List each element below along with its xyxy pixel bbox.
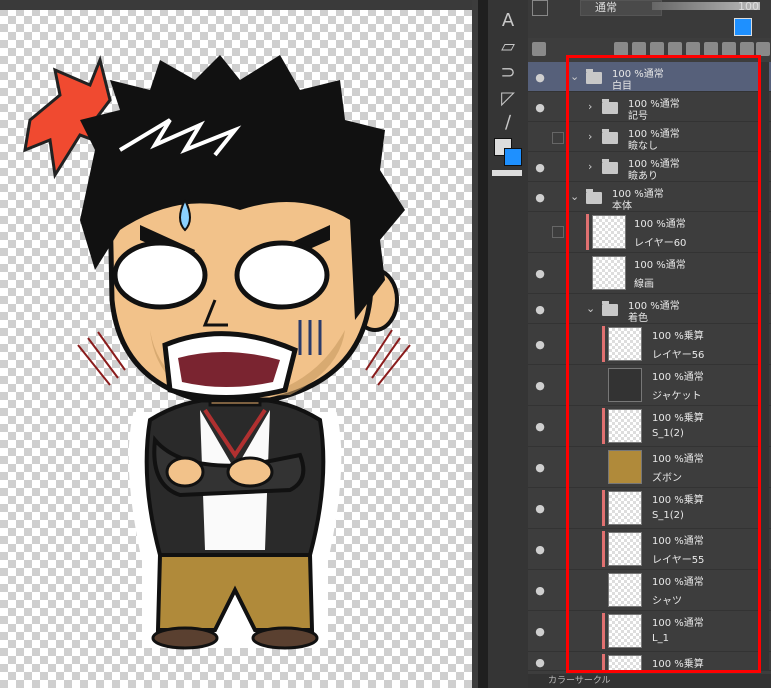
- trash-icon[interactable]: [756, 42, 770, 56]
- new-raster-icon[interactable]: [668, 42, 682, 56]
- drawing-canvas[interactable]: [0, 0, 478, 688]
- layer-menu-icon[interactable]: [532, 42, 546, 56]
- eye-icon[interactable]: ●: [532, 338, 548, 351]
- layer-color-swatch[interactable]: [734, 18, 752, 36]
- duplicate-icon[interactable]: [740, 42, 754, 56]
- eye-icon[interactable]: ●: [532, 267, 548, 280]
- highlight-box: [566, 55, 761, 673]
- reference-icon[interactable]: [614, 42, 628, 56]
- eye-icon[interactable]: ●: [532, 461, 548, 474]
- eye-icon[interactable]: ●: [532, 379, 548, 392]
- text-tool-icon[interactable]: A: [496, 10, 520, 32]
- eye-icon[interactable]: ●: [532, 101, 548, 114]
- tool-strip: A ▱ ⊃ ◸ ∕: [488, 0, 528, 688]
- layer-color-icon[interactable]: [532, 0, 548, 16]
- mask-icon[interactable]: [704, 42, 718, 56]
- blend-mode-select[interactable]: 通常: [580, 0, 662, 16]
- panel-divider[interactable]: [478, 0, 488, 688]
- eye-icon[interactable]: ●: [532, 656, 548, 669]
- merge-icon[interactable]: [722, 42, 736, 56]
- lock-icon[interactable]: [552, 132, 564, 144]
- layer-property-bar: 通常 100: [528, 0, 771, 39]
- character-illustration: [23, 55, 411, 650]
- clip-icon[interactable]: [632, 42, 646, 56]
- color-circle-tab[interactable]: カラーサークル: [548, 676, 611, 686]
- balloon-tool-icon[interactable]: ⊃: [496, 62, 520, 84]
- sub-color-swatch[interactable]: [504, 148, 522, 166]
- eye-icon[interactable]: ●: [532, 502, 548, 515]
- opacity-value[interactable]: 100: [738, 0, 759, 13]
- new-vector-icon[interactable]: [686, 42, 700, 56]
- transparent-color-icon[interactable]: [492, 170, 522, 176]
- shake-lines-left: [77, 331, 126, 386]
- status-bar: カラーサークル: [528, 674, 771, 688]
- frame-tool-icon[interactable]: ▱: [496, 36, 520, 58]
- eye-icon[interactable]: ●: [532, 303, 548, 316]
- eye-icon[interactable]: ●: [532, 543, 548, 556]
- layer-panel-scrollbar[interactable]: [760, 62, 769, 670]
- shake-lines-right: [365, 329, 411, 386]
- lock-icon[interactable]: [552, 226, 564, 238]
- brush-tool-icon[interactable]: ∕: [496, 112, 520, 134]
- eye-icon[interactable]: ●: [532, 420, 548, 433]
- eye-icon[interactable]: ●: [532, 191, 548, 204]
- ruler-tool-icon[interactable]: ◸: [496, 88, 520, 110]
- eye-icon[interactable]: ●: [532, 625, 548, 638]
- eye-icon[interactable]: ●: [532, 161, 548, 174]
- eye-icon[interactable]: ●: [532, 71, 548, 84]
- eye-icon[interactable]: ●: [532, 584, 548, 597]
- new-folder-icon[interactable]: [650, 42, 664, 56]
